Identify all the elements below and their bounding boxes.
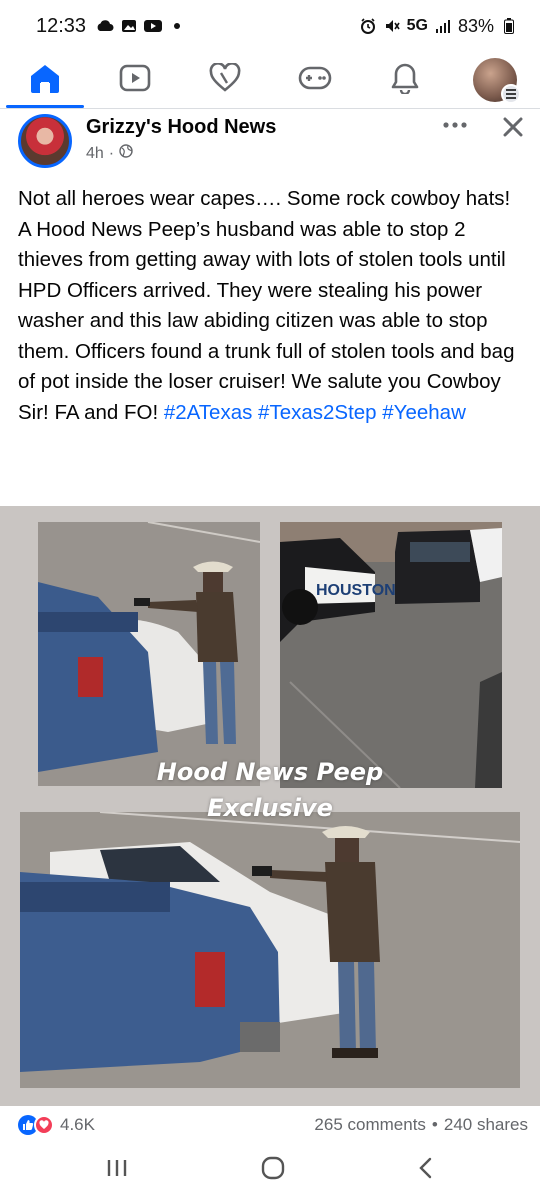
photo-cowboy-wide xyxy=(20,812,520,1088)
post-subline: 4h · xyxy=(86,144,276,163)
nav-notifications[interactable] xyxy=(360,52,450,108)
page-name[interactable]: Grizzy's Hood News xyxy=(86,114,276,140)
post-text-block: Not all heroes wear capes…. Some rock co… xyxy=(18,184,524,428)
page-avatar[interactable] xyxy=(18,114,72,168)
heart-icon xyxy=(209,61,241,98)
menu-icon xyxy=(501,84,521,104)
battery-percent: 83% xyxy=(457,15,494,36)
nav-video[interactable] xyxy=(90,52,180,108)
youtube-icon xyxy=(144,17,163,35)
post-meta: Grizzy's Hood News 4h · xyxy=(86,114,276,174)
post-hashtags[interactable]: #2ATexas #Texas2Step #Yeehaw xyxy=(164,401,466,424)
reactions-row: 4.6K 265 comments • 240 shares xyxy=(18,1112,528,1138)
network-label: 5G xyxy=(406,17,428,34)
dot-icon xyxy=(168,17,186,35)
post-actions xyxy=(442,114,528,174)
post-time-separator: · xyxy=(108,144,115,162)
alarm-clock-icon xyxy=(359,17,377,35)
home-icon xyxy=(28,62,62,99)
video-icon xyxy=(119,64,151,97)
engagement-dot: • xyxy=(431,1115,438,1134)
battery-icon xyxy=(500,17,518,35)
close-icon[interactable] xyxy=(502,116,524,143)
photo-cowboy-closeup xyxy=(38,522,260,786)
mute-icon xyxy=(383,17,401,35)
reaction-icons[interactable]: 4.6K xyxy=(18,1115,95,1135)
image-caption-line2: Exclusive xyxy=(207,794,333,822)
love-reaction-icon xyxy=(34,1115,54,1135)
system-nav-bar xyxy=(0,1140,540,1200)
post-body-text: Not all heroes wear capes…. Some rock co… xyxy=(18,187,515,424)
profile-avatar xyxy=(473,58,521,104)
post-header: Grizzy's Hood News 4h · xyxy=(18,114,528,174)
nav-home[interactable] xyxy=(0,52,90,108)
engagement-stats: 265 comments • 240 shares xyxy=(314,1115,528,1135)
signal-icon xyxy=(434,17,452,35)
reactions-count: 4.6K xyxy=(60,1115,95,1134)
nav-divider xyxy=(0,108,540,109)
status-time: 12:33 xyxy=(36,14,87,37)
top-nav xyxy=(0,52,540,108)
nav-dating[interactable] xyxy=(180,52,270,108)
cloud-icon xyxy=(96,17,114,35)
post-image[interactable]: HOUSTON POL Hood News Peep Exclusive xyxy=(0,506,540,1106)
shares-count[interactable]: 240 shares xyxy=(444,1115,528,1135)
photo-police-cars: HOUSTON POL xyxy=(280,522,502,788)
status-right: 5G 83% xyxy=(359,16,518,37)
recent-apps-icon[interactable] xyxy=(106,1158,128,1183)
globe-icon xyxy=(119,144,133,163)
nav-menu[interactable] xyxy=(450,52,540,108)
status-bar: 12:33 5G 83% xyxy=(0,0,540,52)
more-options-icon[interactable] xyxy=(442,116,468,134)
gallery-icon xyxy=(120,17,138,35)
home-button-icon[interactable] xyxy=(261,1156,285,1185)
comments-count[interactable]: 265 comments xyxy=(314,1115,426,1135)
back-icon[interactable] xyxy=(418,1157,434,1184)
status-left-icons xyxy=(96,17,186,35)
image-caption-line1: Hood News Peep xyxy=(156,758,384,786)
post-time[interactable]: 4h xyxy=(86,145,104,163)
nav-gaming[interactable] xyxy=(270,52,360,108)
bell-icon xyxy=(390,62,420,99)
gamepad-icon xyxy=(298,65,332,96)
